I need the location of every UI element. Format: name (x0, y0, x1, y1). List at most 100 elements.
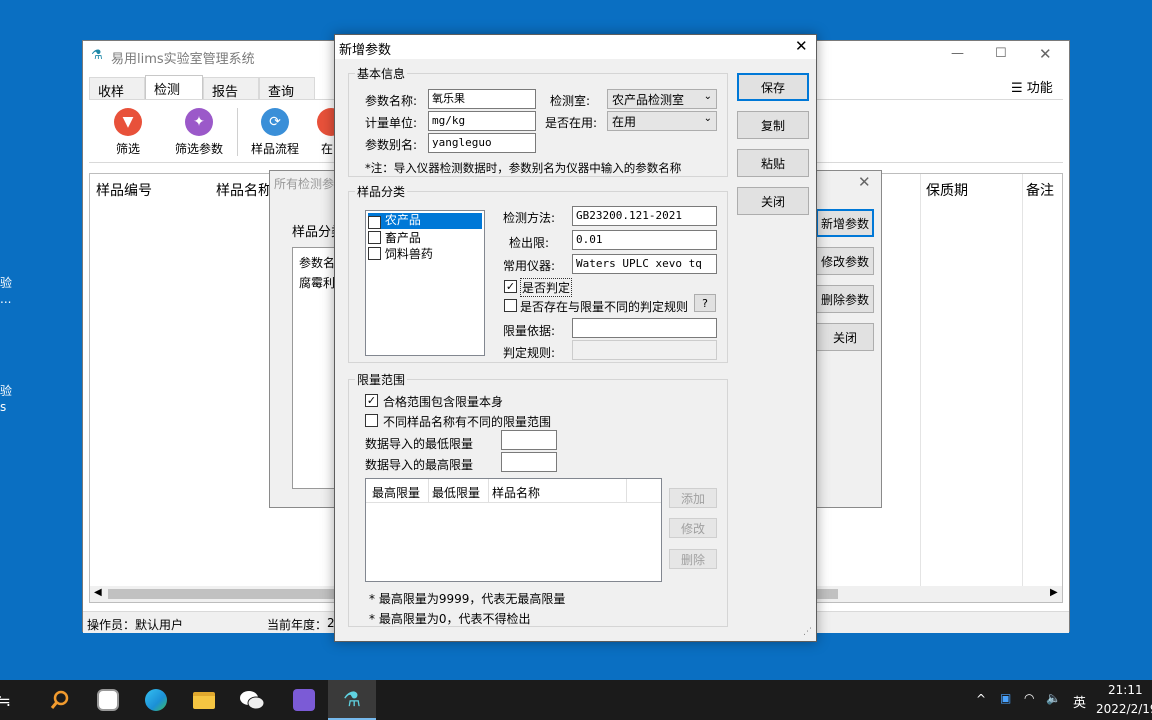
header-divider (428, 479, 429, 503)
maximize-icon[interactable]: ☐ (995, 46, 1007, 61)
sample-flow-label: 样品流程 (250, 142, 299, 156)
close-button[interactable]: 关闭 (737, 187, 809, 215)
limit-range-group: 限量范围 ✓ 合格范围包含限量本身 不同样品名称有不同的限量范围 数据导入的最低… (348, 371, 728, 627)
dialog-close-icon[interactable]: ✕ (795, 37, 808, 55)
sub-dialog-close-icon[interactable]: ✕ (858, 173, 871, 191)
lab-select[interactable]: 农产品检测室 ⌄ (607, 89, 717, 109)
col-sample-no[interactable]: 样品编号 (96, 180, 152, 200)
delete-limit-button[interactable]: 删除 (669, 549, 717, 569)
col-sample-name-limit[interactable]: 样品名称 (492, 484, 540, 501)
lims-app-icon[interactable]: ⚗ (328, 680, 376, 720)
ribbon-divider (237, 108, 238, 156)
min-limit-input[interactable] (501, 430, 557, 450)
active-select[interactable]: 在用 ⌄ (607, 111, 717, 131)
col-remark[interactable]: 备注 (1026, 180, 1054, 200)
close-icon[interactable]: ✕ (1039, 45, 1052, 63)
judge-checkbox[interactable]: ✓ (504, 280, 517, 293)
col-sample-name[interactable]: 样品名称 (216, 180, 272, 200)
new-param-dialog: 新增参数 ✕ 基本信息 参数名称: 氧乐果 检测室: 农产品检测室 ⌄ 计量单位… (334, 34, 817, 642)
delete-param-button[interactable]: 删除参数 (816, 285, 874, 313)
help-button[interactable]: ? (694, 294, 716, 312)
limit-range-title: 限量范围 (355, 371, 408, 388)
header-divider (626, 479, 627, 503)
wechat-icon[interactable] (228, 680, 276, 720)
add-limit-button[interactable]: 添加 (669, 488, 717, 508)
col-max-limit[interactable]: 最高限量 (372, 484, 420, 501)
desktop-icon-label[interactable]: ... (0, 292, 11, 306)
category-checkbox[interactable] (368, 247, 381, 260)
function-menu-button[interactable]: ☰ 功能 (1011, 77, 1053, 96)
clock-date[interactable]: 2022/2/19 (1096, 702, 1152, 716)
limit-table[interactable]: 最高限量 最低限量 样品名称 (365, 478, 662, 582)
category-item[interactable]: ✓ 农产品 (368, 213, 482, 229)
scroll-right-icon[interactable]: ▶ (1050, 587, 1058, 598)
copy-button[interactable]: 复制 (737, 111, 809, 139)
scroll-left-icon[interactable]: ◀ (94, 587, 102, 598)
unit-input[interactable]: mg/kg (428, 111, 536, 131)
desktop-icon-label[interactable]: 验 (0, 276, 12, 290)
sub-dialog-title: 所有检测参 (274, 177, 335, 191)
col-min-limit[interactable]: 最低限量 (432, 484, 480, 501)
category-checkbox[interactable]: ✓ (368, 216, 381, 229)
diff-rule-checkbox[interactable] (504, 299, 517, 312)
filter-button[interactable]: ▼ 筛选 (103, 108, 153, 157)
save-button[interactable]: 保存 (737, 73, 809, 101)
basis-input[interactable] (572, 318, 717, 338)
col-shelf-life[interactable]: 保质期 (926, 180, 968, 200)
folder-icon[interactable] (180, 680, 228, 720)
category-checkbox[interactable] (368, 231, 381, 244)
name-label: 参数名称: (365, 94, 418, 108)
tab-test[interactable]: 检测 (145, 75, 203, 99)
clock-time[interactable]: 21:11 (1108, 683, 1143, 697)
tab-report[interactable]: 报告 (203, 77, 259, 100)
tab-receive[interactable]: 收样 (89, 77, 145, 100)
diff-limit-label[interactable]: 不同样品名称有不同的限量范围 (383, 413, 551, 430)
judge-label[interactable]: 是否判定 (520, 278, 573, 297)
limit-note-2: * 最高限量为0，代表不得检出 (369, 612, 531, 626)
resize-grip-icon[interactable]: ⋰ (803, 627, 812, 637)
volume-icon[interactable]: 🔈 (1046, 691, 1061, 705)
category-listbox[interactable]: ✓ 农产品 畜产品 饲料兽药 (365, 210, 485, 356)
tab-query[interactable]: 查询 (259, 77, 315, 100)
include-limit-label[interactable]: 合格范围包含限量本身 (383, 393, 503, 410)
task-view-icon[interactable]: ≒ (0, 680, 28, 720)
edge-icon[interactable] (132, 680, 180, 720)
sample-flow-button[interactable]: ⟳ 样品流程 (245, 108, 305, 157)
basic-info-group: 基本信息 参数名称: 氧乐果 检测室: 农产品检测室 ⌄ 计量单位: mg/kg… (348, 65, 728, 177)
teams-icon[interactable] (280, 680, 328, 720)
network-icon[interactable]: ◠ (1024, 691, 1034, 705)
filter-params-button[interactable]: ✦ 筛选参数 (169, 108, 229, 157)
edit-limit-button[interactable]: 修改 (669, 518, 717, 538)
sub-close-button[interactable]: 关闭 (816, 323, 874, 351)
function-menu-label: 功能 (1026, 81, 1053, 96)
sub-param-first[interactable]: 腐霉利 (299, 274, 335, 291)
basis-label: 限量依据: (503, 324, 556, 338)
desktop-icon-label[interactable]: 验 (0, 384, 12, 398)
header-divider (488, 479, 489, 503)
unit-label: 计量单位: (365, 116, 418, 130)
search-icon[interactable] (36, 680, 84, 720)
dialog-title: 新增参数 (339, 43, 392, 58)
alias-input[interactable]: yangleguo (428, 133, 536, 153)
cortana-icon[interactable] (84, 680, 132, 720)
max-limit-input[interactable] (501, 452, 557, 472)
add-param-button[interactable]: 新增参数 (816, 209, 874, 237)
category-item[interactable]: 饲料兽药 (368, 245, 433, 261)
chat-tray-icon[interactable]: ▣ (1000, 691, 1011, 705)
paste-button[interactable]: 粘贴 (737, 149, 809, 177)
include-limit-checkbox[interactable]: ✓ (365, 394, 378, 407)
minimize-icon[interactable]: — (951, 46, 964, 61)
ime-indicator[interactable]: 英 (1073, 692, 1086, 711)
diff-rule-label[interactable]: 是否存在与限量不同的判定规则 (520, 298, 688, 315)
task-view-fragment: ≒ (0, 690, 11, 710)
diff-limit-checkbox[interactable] (365, 414, 378, 427)
category-item[interactable]: 畜产品 (368, 229, 421, 245)
method-input[interactable]: GB23200.121-2021 (572, 206, 717, 226)
desktop-icon-label[interactable]: s (0, 400, 6, 414)
tray-chevron-up-icon[interactable]: ^ (976, 692, 986, 706)
name-input[interactable]: 氧乐果 (428, 89, 536, 109)
flask-icon: ⚗ (343, 687, 361, 711)
edit-param-button[interactable]: 修改参数 (816, 247, 874, 275)
instrument-input[interactable]: Waters UPLC xevo tq (572, 254, 717, 274)
lod-input[interactable]: 0.01 (572, 230, 717, 250)
